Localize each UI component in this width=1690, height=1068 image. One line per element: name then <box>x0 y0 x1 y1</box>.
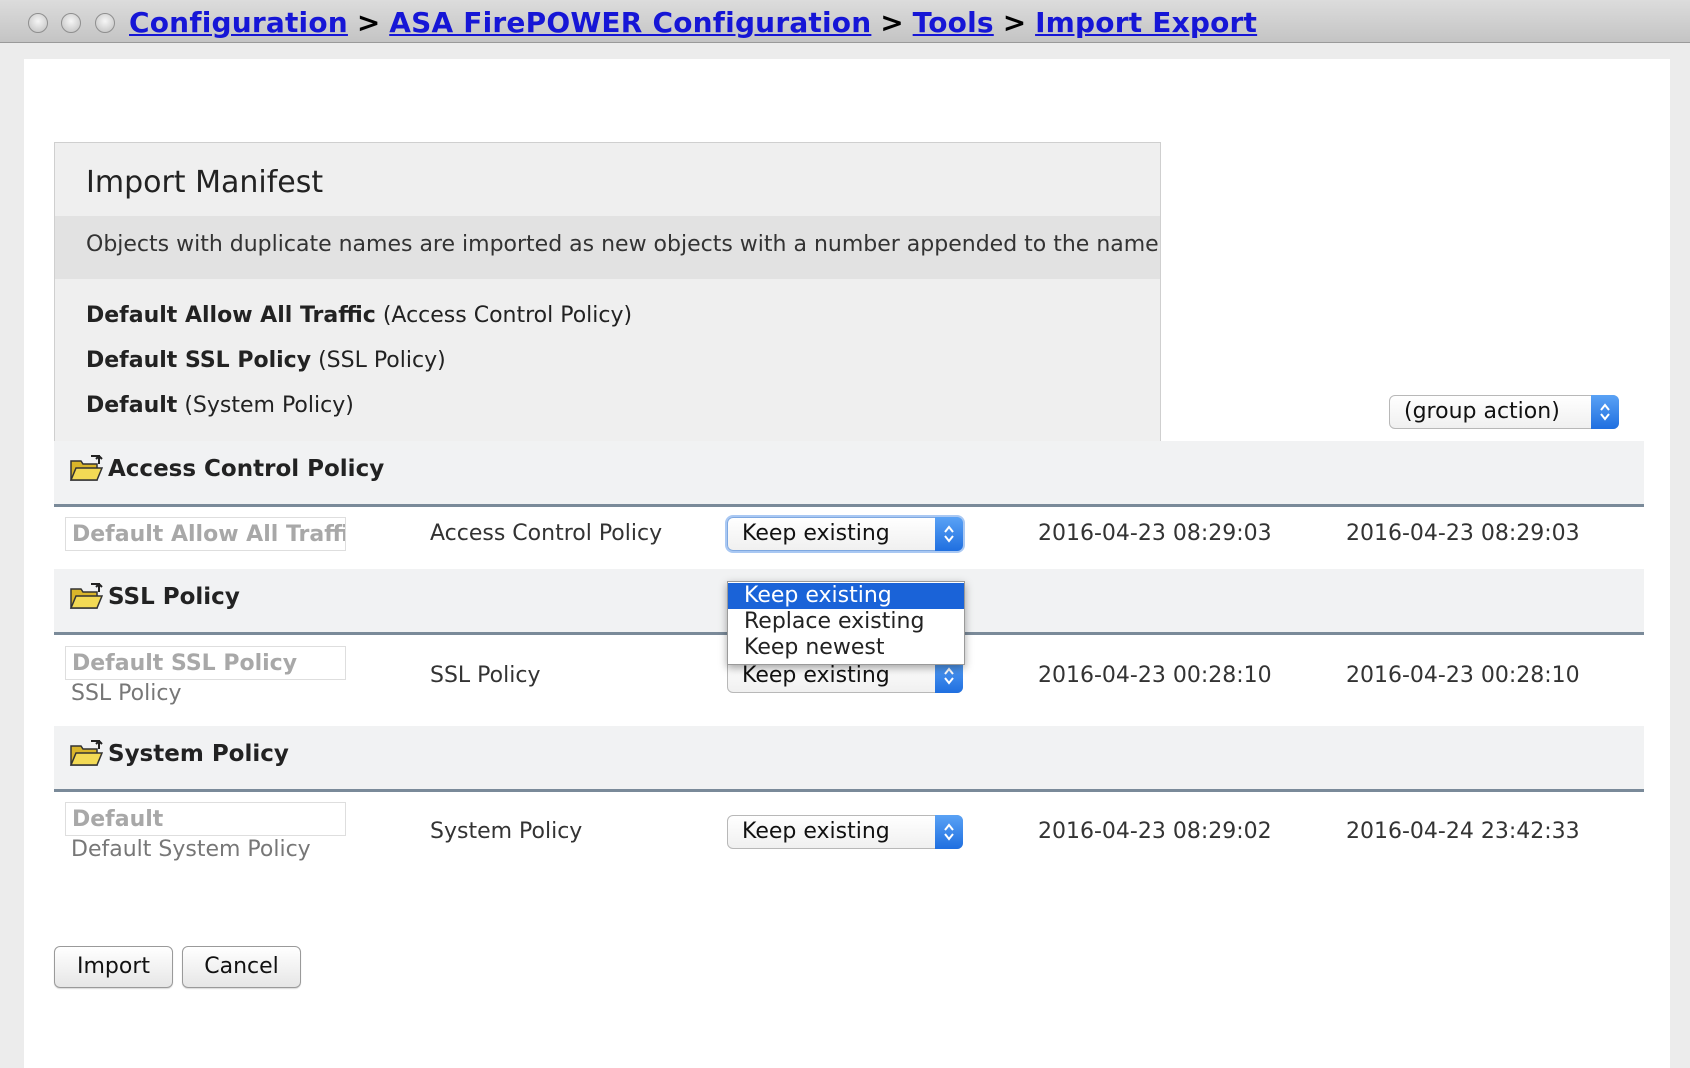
import-button[interactable]: Import <box>54 946 173 988</box>
policy-subname: Default System Policy <box>71 837 311 862</box>
import-action-value: Keep existing <box>742 663 890 688</box>
breadcrumb-separator: > <box>356 6 381 39</box>
manifest-item: Default Allow All Traffic (Access Contro… <box>86 303 632 328</box>
imported-date: 2016-04-23 08:29:02 <box>1038 819 1272 844</box>
option-label: Keep existing <box>744 583 892 608</box>
breadcrumb-separator: > <box>1002 6 1027 39</box>
window-titlebar: Configuration > ASA FirePOWER Configurat… <box>0 0 1690 43</box>
breadcrumb-import-export-link[interactable]: Import Export <box>1035 6 1257 39</box>
option-label: Keep newest <box>744 635 885 660</box>
group-action-value: (group action) <box>1404 399 1560 424</box>
section-header-system: System Policy <box>54 726 1644 792</box>
breadcrumb-firepower-link[interactable]: ASA FirePOWER Configuration <box>389 6 871 39</box>
existing-date: 2016-04-23 00:28:10 <box>1346 663 1580 688</box>
policy-name-field[interactable]: Default <box>65 802 346 836</box>
option-label: Replace existing <box>744 609 925 634</box>
section-title: System Policy <box>108 741 289 767</box>
folder-open-icon <box>69 739 104 772</box>
import-action-dropdown-list: Keep existing Replace existing Keep newe… <box>727 581 965 665</box>
policy-type: Access Control Policy <box>430 521 663 546</box>
window-minimize-button[interactable] <box>61 13 81 33</box>
dropdown-option-keep-newest[interactable]: Keep newest <box>728 635 964 661</box>
manifest-item-name: Default SSL Policy <box>86 348 312 373</box>
dropdown-option-keep-existing[interactable]: Keep existing <box>728 583 964 609</box>
import-action-value: Keep existing <box>742 819 890 844</box>
manifest-note: Objects with duplicate names are importe… <box>55 216 1160 279</box>
existing-date: 2016-04-23 08:29:03 <box>1346 521 1580 546</box>
import-action-value: Keep existing <box>742 521 890 546</box>
existing-date: 2016-04-24 23:42:33 <box>1346 819 1580 844</box>
policy-subname: SSL Policy <box>71 681 182 706</box>
breadcrumb-tools-link[interactable]: Tools <box>913 6 994 39</box>
manifest-item-type: (Access Control Policy) <box>382 303 633 328</box>
manifest-item-type: (SSL Policy) <box>318 348 446 373</box>
policy-name-value: Default <box>72 807 164 832</box>
policy-name-field[interactable]: Default SSL Policy <box>65 646 346 680</box>
imported-date: 2016-04-23 08:29:03 <box>1038 521 1272 546</box>
import-action-select[interactable]: Keep existing <box>727 517 963 551</box>
manifest-item: Default (System Policy) <box>86 393 354 418</box>
policy-type: SSL Policy <box>430 663 541 688</box>
content-frame: Import Manifest Objects with duplicate n… <box>24 59 1670 1068</box>
chevron-updown-icon <box>935 815 963 849</box>
breadcrumb-configuration-link[interactable]: Configuration <box>129 6 348 39</box>
section-header-access-control: Access Control Policy <box>54 441 1644 507</box>
section-title: SSL Policy <box>108 584 240 610</box>
imported-date: 2016-04-23 00:28:10 <box>1038 663 1272 688</box>
cancel-button[interactable]: Cancel <box>182 946 301 988</box>
manifest-note-text: Objects with duplicate names are importe… <box>86 232 1159 257</box>
policy-name-field[interactable]: Default Allow All Traffic <box>65 517 346 551</box>
policy-type: System Policy <box>430 819 583 844</box>
window-close-button[interactable] <box>28 13 48 33</box>
folder-open-icon <box>69 454 104 487</box>
manifest-item: Default SSL Policy (SSL Policy) <box>86 348 446 373</box>
manifest-item-name: Default Allow All Traffic <box>86 303 376 328</box>
policy-name-value: Default Allow All Traffic <box>72 522 346 547</box>
breadcrumb: Configuration > ASA FirePOWER Configurat… <box>129 6 1257 39</box>
folder-open-icon <box>69 582 104 615</box>
dropdown-option-replace-existing[interactable]: Replace existing <box>728 609 964 635</box>
manifest-item-name: Default <box>86 393 178 418</box>
section-title: Access Control Policy <box>108 456 385 482</box>
breadcrumb-separator: > <box>880 6 904 39</box>
import-manifest-panel: Import Manifest Objects with duplicate n… <box>54 142 1161 465</box>
manifest-title: Import Manifest <box>86 165 324 200</box>
policy-name-value: Default SSL Policy <box>72 651 298 676</box>
chevron-updown-icon <box>935 517 963 551</box>
manifest-item-type: (System Policy) <box>184 393 354 418</box>
import-action-select[interactable]: Keep existing <box>727 815 963 849</box>
group-action-select[interactable]: (group action) <box>1389 395 1619 429</box>
window-zoom-button[interactable] <box>95 13 115 33</box>
chevron-updown-icon <box>1591 395 1619 429</box>
